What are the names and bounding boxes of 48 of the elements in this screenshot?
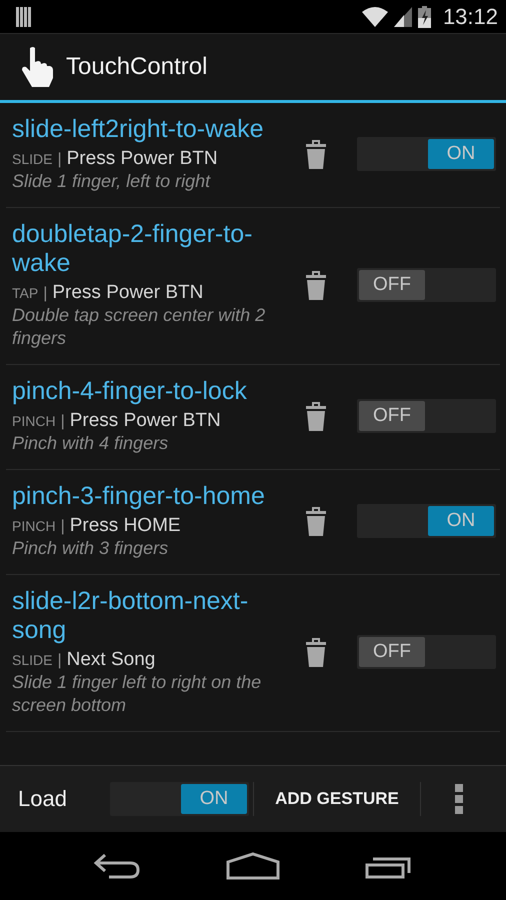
clock: 13:12 (442, 4, 498, 30)
gesture-type: SLIDE (12, 652, 52, 668)
back-icon[interactable] (92, 853, 141, 879)
gesture-action: Press Power BTN (70, 410, 221, 432)
wifi-icon (362, 6, 388, 26)
hand-pointer-icon (20, 46, 56, 88)
trash-icon[interactable] (304, 635, 328, 669)
gesture-type: PINCH (12, 518, 56, 534)
separator: | (60, 413, 65, 431)
gesture-type: SLIDE (12, 151, 52, 167)
toggle-switch[interactable]: OFF (357, 268, 496, 302)
trash-icon[interactable] (304, 399, 328, 433)
separator: | (57, 652, 62, 670)
trash-icon[interactable] (304, 137, 328, 171)
gesture-description: Pinch with 3 fingers (12, 537, 170, 560)
battery-icon (418, 6, 431, 28)
gesture-description: Slide 1 finger, left to right (12, 170, 212, 193)
trash-icon[interactable] (304, 504, 328, 538)
gesture-name: slide-left2right-to-wake (12, 115, 264, 144)
gesture-description: Slide 1 finger left to right on the screen bottom (12, 671, 262, 717)
gesture-name: slide-l2r-bottom-next-song (12, 587, 250, 645)
separator: | (60, 518, 65, 536)
notification-icon (16, 6, 32, 26)
signal-icon (394, 6, 412, 26)
gesture-action: Next Song (66, 649, 156, 671)
separator: | (57, 151, 62, 169)
gesture-name: doubletap-2-finger-to-wake (12, 220, 254, 278)
toggle-switch[interactable]: ON (357, 504, 496, 538)
toggle-switch[interactable]: ON (357, 137, 496, 171)
gesture-type: PINCH (12, 413, 56, 429)
app-title: TouchControl (66, 53, 208, 81)
gesture-name: pinch-4-finger-to-lock (12, 377, 248, 406)
gesture-action: Press Power BTN (66, 148, 218, 170)
gesture-action: Press Power BTN (52, 282, 204, 304)
toggle-switch[interactable]: OFF (357, 635, 496, 669)
add-gesture-button[interactable]: ADD GESTURE (254, 769, 420, 829)
separator: | (43, 285, 48, 303)
trash-icon[interactable] (304, 268, 328, 302)
home-icon[interactable] (226, 852, 280, 880)
toggle-switch[interactable]: ON (110, 782, 249, 816)
toggle-switch[interactable]: OFF (357, 399, 496, 433)
gesture-type: TAP (12, 285, 38, 301)
gesture-description: Double tap screen center with 2 fingers (12, 304, 266, 350)
gesture-description: Pinch with 4 fingers (12, 432, 170, 455)
gesture-action: Press HOME (70, 515, 181, 537)
overflow-menu-icon[interactable] (455, 784, 463, 814)
gesture-name: pinch-3-finger-to-home (12, 482, 266, 511)
load-label: Load (18, 786, 68, 812)
